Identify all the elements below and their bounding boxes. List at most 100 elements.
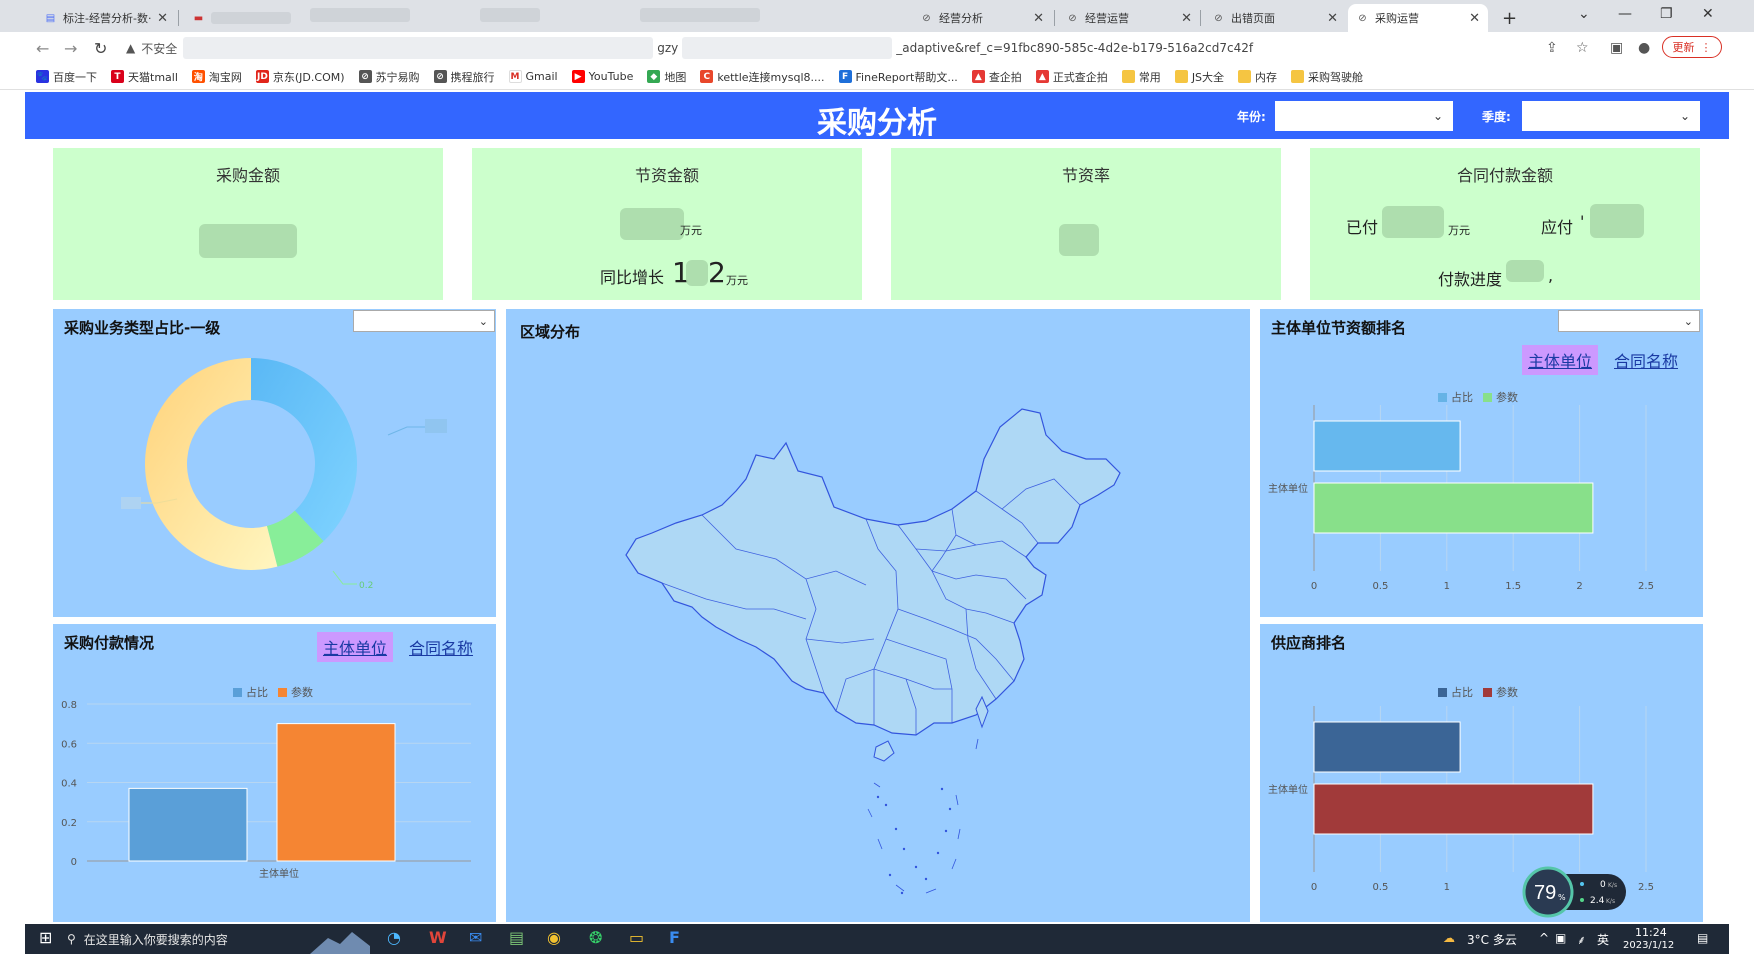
bookmark-item[interactable]: 常用 — [1121, 69, 1161, 85]
browser-tab[interactable]: ▬ — [184, 4, 304, 32]
edge-icon[interactable]: ◔ — [387, 928, 401, 947]
map-outline[interactable] — [625, 408, 1121, 736]
bookmark-item[interactable]: ⊘ 苏宁易购 — [358, 69, 420, 85]
upload-dot — [1580, 882, 1584, 886]
dashboard-header: 采购分析 年份: ⌄ 季度: ⌄ — [25, 92, 1729, 141]
windows-start-icon[interactable]: ⊞ — [39, 928, 52, 947]
redacted-tab — [310, 8, 410, 22]
upload-unit: K/s — [1608, 882, 1617, 889]
bookmark-item[interactable]: F FineReport帮助文... — [838, 69, 958, 85]
notepad-icon[interactable]: ▤ — [509, 928, 524, 947]
bookmark-item[interactable]: ◆ 地图 — [647, 69, 686, 85]
forward-arrow-icon[interactable]: → — [64, 39, 77, 58]
mail-icon[interactable]: ✉ — [469, 928, 482, 947]
bookmark-item[interactable]: JD 京东(JD.COM) — [255, 69, 345, 85]
profile-icon[interactable]: ● — [1638, 40, 1650, 56]
progress-suffix: , — [1548, 266, 1554, 285]
notification-icon[interactable]: ▤ — [1697, 931, 1708, 945]
clock-date[interactable]: 2023/1/12 — [1623, 940, 1674, 951]
finereport-icon[interactable]: F — [669, 928, 680, 947]
browser-tab[interactable]: ⊘ 经营分析 ✕ — [912, 4, 1052, 32]
bookmark-item[interactable]: ▲ 正式查企拍 — [1035, 69, 1108, 85]
minimize-button[interactable]: — — [1618, 6, 1632, 22]
close-tab-icon[interactable]: ✕ — [1033, 11, 1044, 26]
panel-unit-savings: 主体单位节资额排名 ⌄ 主体单位 合同名称 占比 参数 0 0.5 1 1.5 2 2.5… — [1260, 309, 1703, 617]
bookmark-item[interactable]: Ckettle连接mysql8.... — [700, 69, 825, 85]
close-window-button[interactable]: ✕ — [1702, 6, 1714, 22]
file-explorer-icon[interactable]: ▭ — [629, 928, 644, 947]
slice-label: 0.2 — [359, 581, 373, 591]
y-tick-label: 0 — [71, 857, 77, 868]
back-arrow-icon[interactable]: ← — [36, 39, 49, 58]
bookmark-item[interactable]: 淘淘宝网 — [191, 69, 242, 85]
bookmark-item[interactable]: ▶ YouTube — [571, 70, 633, 83]
taskbar-search[interactable]: ⚲ 在这里输入你要搜索的内容 — [67, 928, 228, 950]
share-icon[interactable]: ⇪ — [1546, 40, 1558, 56]
bookmark-item[interactable]: M Gmail — [508, 70, 558, 83]
year-select[interactable]: ⌄ — [1275, 101, 1453, 131]
bookmark-item[interactable]: ▲ 查企拍 — [971, 69, 1022, 85]
network-speed-widget[interactable]: 79 % 0 K/s 2.4 K/s — [1522, 866, 1628, 918]
wechat-icon[interactable]: ❂ — [589, 928, 602, 947]
weather-text[interactable]: 3°C 多云 — [1467, 931, 1517, 948]
close-tab-icon[interactable]: ✕ — [1469, 11, 1480, 26]
redacted-tab — [480, 8, 540, 22]
bookmark-label: 内存 — [1255, 70, 1278, 84]
kpi-purchase-amount: 采购金额 — [53, 148, 443, 300]
yoy-label: 同比增长 — [600, 268, 665, 287]
dashboard: 采购分析 年份: ⌄ 季度: ⌄ 采购金额 节资金额 万元 同比增长 1 2 万… — [25, 92, 1729, 922]
bookmark-label: 采购驾驶舱 — [1308, 70, 1364, 84]
wps-icon[interactable]: W — [429, 928, 447, 947]
x-tick-label: 0 — [1311, 581, 1317, 592]
bookmark-label: 百度一下 — [53, 70, 97, 84]
bar-param — [1313, 783, 1594, 835]
bookmark-item[interactable]: ⊘ 携程旅行 — [433, 69, 495, 85]
clock-time[interactable]: 11:24 — [1635, 926, 1667, 939]
kpi-savings-amount: 节资金额 万元 同比增长 1 2 万元 — [472, 148, 862, 300]
tab-search-icon[interactable]: ⌄ — [1578, 6, 1590, 22]
chrome-icon[interactable]: ◉ — [547, 928, 561, 947]
redacted-value — [1590, 204, 1644, 238]
tab-title: 经营运营 — [1085, 12, 1129, 25]
sheet-icon: ▬ — [193, 12, 204, 24]
browser-tab[interactable]: ⊘ 出错页面 ✕ — [1204, 4, 1346, 32]
url-field[interactable]: ▲ 不安全 gzy _adaptive&ref_c=91fbc890-585c-… — [126, 36, 1536, 60]
x-tick-label: 2.5 — [1638, 581, 1654, 592]
search-icon: ⚲ — [67, 932, 76, 946]
ime-mode-icon[interactable]: ⸙ — [1577, 931, 1586, 948]
redacted-tab — [640, 8, 760, 22]
yoy-unit: 万元 — [726, 274, 748, 287]
kpi-title: 节资率 — [1061, 166, 1110, 185]
redacted-slice-label — [425, 419, 447, 433]
season-select[interactable]: ⌄ — [1522, 101, 1700, 131]
reload-icon[interactable]: ↻ — [94, 39, 107, 58]
bookmark-item[interactable]: 🐾 百度一下 — [36, 69, 97, 85]
new-tab-button[interactable]: + — [1494, 4, 1524, 32]
donut-slice[interactable] — [251, 358, 357, 542]
browser-tab[interactable]: ⊘ 经营运营 ✕ — [1058, 4, 1200, 32]
bookmark-item[interactable]: 采购驾驶舱 — [1291, 69, 1363, 85]
panel-business-type: 采购业务类型占比-一级 ⌄ 0.2 — [53, 309, 496, 617]
star-icon[interactable]: ☆ — [1576, 40, 1589, 56]
browser-tab-active[interactable]: ⊘ 采购运营 ✕ — [1348, 4, 1488, 32]
ime-language[interactable]: 英 — [1597, 931, 1609, 948]
sidebar-icon[interactable]: ▣ — [1610, 40, 1623, 56]
network-icon[interactable]: ▣ — [1555, 931, 1566, 945]
redacted-value — [1059, 224, 1099, 256]
bookmark-label: 常用 — [1138, 70, 1161, 84]
bookmark-item[interactable]: T 天猫tmall — [111, 69, 178, 85]
restore-button[interactable]: ❐ — [1660, 6, 1673, 22]
redacted-value — [1506, 260, 1544, 282]
x-tick-label: 1 — [1444, 581, 1450, 592]
bookmark-favicon-icon: ⊘ — [433, 70, 447, 83]
tray-chevron-icon[interactable]: ^ — [1539, 931, 1549, 945]
browser-tab[interactable]: ▤ 标注-经营分析-数· ✕ — [36, 4, 176, 32]
x-tick-label: 2 — [1576, 581, 1582, 592]
close-tab-icon[interactable]: ✕ — [157, 11, 168, 26]
bookmark-item[interactable]: 内存 — [1238, 69, 1277, 85]
bookmark-label: JS大全 — [1191, 70, 1225, 84]
update-button[interactable]: 更新 ⋮ — [1662, 36, 1722, 58]
bookmark-item[interactable]: JS大全 — [1174, 69, 1225, 85]
close-tab-icon[interactable]: ✕ — [1327, 11, 1338, 26]
close-tab-icon[interactable]: ✕ — [1181, 11, 1192, 26]
